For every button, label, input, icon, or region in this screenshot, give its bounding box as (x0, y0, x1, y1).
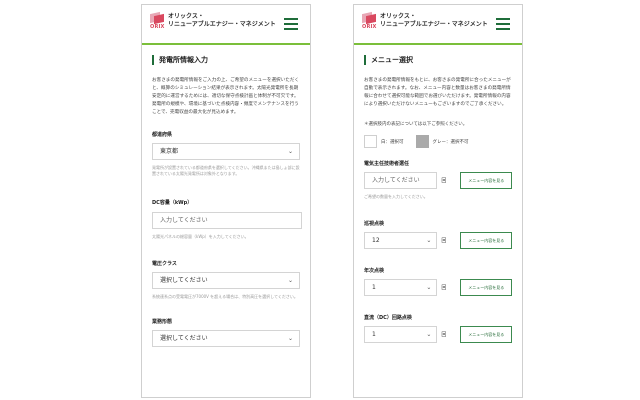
section-title: 発電所情報入力 (152, 55, 310, 65)
voltage-class-select[interactable]: 選択してください ⌄ (152, 272, 300, 289)
legend-white-swatch (364, 135, 377, 148)
legend: ＊選択肢内の表記については以下ご参照ください。 白：選択可 グレー：選択不可 (364, 121, 512, 148)
menu-item-label: 巡視点検 (364, 221, 385, 227)
header: ORIX オリックス・ リニューアブルエナジー・マネジメント (354, 5, 522, 45)
unit-label: 回 (441, 178, 447, 184)
quantity-select[interactable]: 1 ⌄ (364, 279, 438, 296)
menu-item-label: 直流（DC）回路点検 (364, 315, 412, 321)
business-type-label: 業務形態 (152, 319, 173, 325)
quantity-select[interactable]: 1 ⌄ (364, 326, 438, 343)
chevron-down-icon: ⌄ (426, 284, 432, 291)
section-title: メニュー選択 (364, 55, 522, 65)
dc-capacity-input[interactable]: 入力してください (152, 212, 302, 229)
prefecture-label: 都道府県 (152, 132, 173, 138)
unit-label: 回 (441, 238, 447, 244)
logo-mark-icon: ORIX (150, 11, 165, 31)
hamburger-menu-icon[interactable] (496, 18, 510, 30)
unit-label: 回 (441, 285, 447, 291)
prefecture-select[interactable]: 東京都 ⌄ (152, 143, 300, 160)
chevron-down-icon: ⌄ (287, 148, 293, 155)
menu-item-row: 1 ⌄ 回 メニュー内容を見る (364, 279, 512, 296)
brand-name: オリックス・ リニューアブルエナジー・マネジメント (168, 13, 276, 28)
dc-capacity-label: DC容量（kWp） (152, 200, 193, 206)
chevron-down-icon: ⌄ (426, 331, 432, 338)
menu-item-label: 年次点検 (364, 268, 385, 274)
intro-text: お客さまの発電所情報をご入力の上、ご希望のメニューを選択いただくと、概算のシミュ… (152, 78, 300, 115)
quantity-select[interactable]: 12 ⌄ (364, 232, 438, 249)
voltage-class-note: 系統連系点の受電電圧が7000V を超える場合は、特別高圧を選択してください。 (152, 294, 298, 299)
legend-title: ＊選択肢内の表記については以下ご参照ください。 (364, 122, 468, 127)
input-screen: ORIX オリックス・ リニューアブルエナジー・マネジメント 発電所情報入力 お… (141, 4, 311, 398)
menu-item-row: 入力してください 回 メニュー内容を見る (364, 172, 512, 189)
view-menu-button[interactable]: メニュー内容を見る (460, 172, 512, 189)
quantity-note: ご希望の数量を入力してください。 (364, 194, 428, 199)
header: ORIX オリックス・ リニューアブルエナジー・マネジメント (142, 5, 310, 45)
quantity-input[interactable]: 入力してください (364, 172, 438, 189)
legend-gray-swatch (415, 135, 429, 148)
menu-item-row: 12 ⌄ 回 メニュー内容を見る (364, 232, 512, 249)
brand-logo[interactable]: ORIX オリックス・ リニューアブルエナジー・マネジメント (362, 11, 488, 31)
view-menu-button[interactable]: メニュー内容を見る (460, 279, 512, 296)
chevron-down-icon: ⌄ (426, 237, 432, 244)
brand-logo[interactable]: ORIX オリックス・ リニューアブルエナジー・マネジメント (150, 11, 276, 31)
menu-item-label: 電気主任技術者選任 (364, 161, 410, 167)
dc-capacity-note: 太陽光パネルの総容量（kWp）を入力してください。 (152, 234, 249, 239)
unit-label: 回 (441, 332, 447, 338)
menu-selection-screen: ORIX オリックス・ リニューアブルエナジー・マネジメント メニュー選択 お客… (353, 4, 523, 398)
legend-white-label: 白：選択可 (381, 139, 404, 145)
chevron-down-icon: ⌄ (287, 335, 293, 342)
intro-text: お客さまの発電所情報をもとに、お客さまの発電所に合ったメニューが自動で表示されま… (364, 78, 511, 107)
hamburger-menu-icon[interactable] (284, 18, 298, 30)
voltage-class-label: 電圧クラス (152, 261, 177, 267)
business-type-select[interactable]: 選択してください ⌄ (152, 330, 300, 347)
logo-mark-icon: ORIX (362, 11, 377, 31)
brand-name: オリックス・ リニューアブルエナジー・マネジメント (380, 13, 488, 28)
menu-item-row: 1 ⌄ 回 メニュー内容を見る (364, 326, 512, 343)
prefecture-note: 発電所が設置されている都道府県を選択してください。沖縄県または島しょ部に設置され… (152, 165, 300, 176)
legend-gray-label: グレー：選択不可 (432, 139, 469, 145)
view-menu-button[interactable]: メニュー内容を見る (460, 232, 512, 249)
chevron-down-icon: ⌄ (287, 277, 293, 284)
view-menu-button[interactable]: メニュー内容を見る (460, 326, 512, 343)
